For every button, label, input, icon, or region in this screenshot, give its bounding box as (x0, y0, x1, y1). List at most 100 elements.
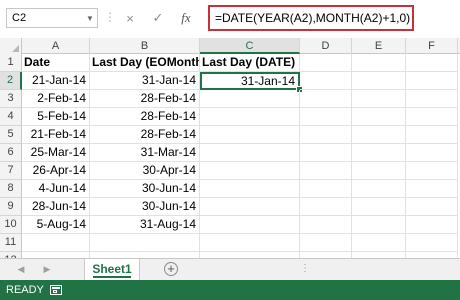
insert-function-icon[interactable]: fx (172, 10, 200, 26)
sheet-tab-bar: ◀ ▶ Sheet1 + ⋮ (0, 258, 460, 280)
cell-b3[interactable]: 28-Feb-14 (90, 90, 200, 108)
name-box[interactable]: C2 ▼ (6, 8, 98, 28)
cell-e9[interactable] (352, 198, 406, 216)
cell-f9[interactable] (406, 198, 458, 216)
cell-a9[interactable]: 28-Jun-14 (22, 198, 90, 216)
cell-d7[interactable] (300, 162, 352, 180)
cell-d5[interactable] (300, 126, 352, 144)
scroll-tabs-right-icon[interactable]: ▶ (40, 262, 54, 276)
cell-b11[interactable] (90, 234, 200, 252)
cancel-icon[interactable]: × (116, 11, 144, 26)
cell-f10[interactable] (406, 216, 458, 234)
cell-e1[interactable] (352, 54, 406, 72)
cell-e3[interactable] (352, 90, 406, 108)
row-header-7[interactable]: 7 (0, 162, 22, 180)
cell-a5[interactable]: 21-Feb-14 (22, 126, 90, 144)
cell-e10[interactable] (352, 216, 406, 234)
cell-a10[interactable]: 5-Aug-14 (22, 216, 90, 234)
column-header-e[interactable]: E (352, 38, 406, 54)
cell-c2[interactable]: 31-Jan-14 (200, 72, 300, 90)
row-header-3[interactable]: 3 (0, 90, 22, 108)
cell-a4[interactable]: 5-Feb-14 (22, 108, 90, 126)
cell-f4[interactable] (406, 108, 458, 126)
cell-b6[interactable]: 31-Mar-14 (90, 144, 200, 162)
cell-e5[interactable] (352, 126, 406, 144)
cell-d8[interactable] (300, 180, 352, 198)
select-all-button[interactable] (0, 38, 22, 54)
cell-b7[interactable]: 30-Apr-14 (90, 162, 200, 180)
cell-f5[interactable] (406, 126, 458, 144)
cell-c8[interactable] (200, 180, 300, 198)
cell-e7[interactable] (352, 162, 406, 180)
cell-c5[interactable] (200, 126, 300, 144)
column-header-a[interactable]: A (22, 38, 90, 54)
row-header-10[interactable]: 10 (0, 216, 22, 234)
sheet-tab-sheet1[interactable]: Sheet1 (84, 259, 140, 280)
cell-d10[interactable] (300, 216, 352, 234)
cell-c3[interactable] (200, 90, 300, 108)
cell-c11[interactable] (200, 234, 300, 252)
cell-a1[interactable]: Date (22, 54, 90, 72)
row-header-2[interactable]: 2 (0, 72, 22, 90)
column-header-f[interactable]: F (406, 38, 458, 54)
cell-a6[interactable]: 25-Mar-14 (22, 144, 90, 162)
row-header-1[interactable]: 1 (0, 54, 22, 72)
cell-a8[interactable]: 4-Jun-14 (22, 180, 90, 198)
cell-e2[interactable] (352, 72, 406, 90)
row-header-11[interactable]: 11 (0, 234, 22, 252)
cell-c10[interactable] (200, 216, 300, 234)
row-header-9[interactable]: 9 (0, 198, 22, 216)
formula-buttons: × ✓ fx (116, 8, 208, 28)
cell-d6[interactable] (300, 144, 352, 162)
row-header-4[interactable]: 4 (0, 108, 22, 126)
cell-f11[interactable] (406, 234, 458, 252)
cell-b4[interactable]: 28-Feb-14 (90, 108, 200, 126)
cell-d11[interactable] (300, 234, 352, 252)
chevron-down-icon[interactable]: ▼ (83, 14, 97, 23)
cell-d4[interactable] (300, 108, 352, 126)
cell-d1[interactable] (300, 54, 352, 72)
active-sheet-underline (93, 276, 131, 278)
cell-c1[interactable]: Last Day (DATE) (200, 54, 300, 72)
column-header-c[interactable]: C (200, 38, 300, 54)
add-sheet-icon[interactable]: + (164, 262, 178, 276)
cell-e6[interactable] (352, 144, 406, 162)
cell-a2[interactable]: 21-Jan-14 (22, 72, 90, 90)
cell-c9[interactable] (200, 198, 300, 216)
macro-recording-icon[interactable] (50, 285, 62, 295)
cell-f1[interactable] (406, 54, 458, 72)
status-ready: READY (6, 284, 44, 296)
cell-b2[interactable]: 31-Jan-14 (90, 72, 200, 90)
column-header-d[interactable]: D (300, 38, 352, 54)
cell-b5[interactable]: 28-Feb-14 (90, 126, 200, 144)
column-header-b[interactable]: B (90, 38, 200, 54)
cell-a11[interactable] (22, 234, 90, 252)
cell-e8[interactable] (352, 180, 406, 198)
cell-b9[interactable]: 30-Jun-14 (90, 198, 200, 216)
cell-b8[interactable]: 30-Jun-14 (90, 180, 200, 198)
tab-splitter-icon[interactable]: ⋮ (300, 263, 311, 274)
enter-icon[interactable]: ✓ (144, 10, 172, 26)
cell-d3[interactable] (300, 90, 352, 108)
cell-f3[interactable] (406, 90, 458, 108)
cell-c4[interactable] (200, 108, 300, 126)
cell-a7[interactable]: 26-Apr-14 (22, 162, 90, 180)
formula-input[interactable]: =DATE(YEAR(A2),MONTH(A2)+1,0) (208, 5, 414, 31)
cell-f6[interactable] (406, 144, 458, 162)
cell-c6[interactable] (200, 144, 300, 162)
cell-e4[interactable] (352, 108, 406, 126)
cell-c7[interactable] (200, 162, 300, 180)
scroll-tabs-left-icon[interactable]: ◀ (14, 262, 28, 276)
cell-a3[interactable]: 2-Feb-14 (22, 90, 90, 108)
row-header-6[interactable]: 6 (0, 144, 22, 162)
cell-f8[interactable] (406, 180, 458, 198)
cell-d9[interactable] (300, 198, 352, 216)
row-header-8[interactable]: 8 (0, 180, 22, 198)
cell-d2[interactable] (300, 72, 352, 90)
cell-f2[interactable] (406, 72, 458, 90)
row-header-5[interactable]: 5 (0, 126, 22, 144)
cell-b1[interactable]: Last Day (EOMonth) (90, 54, 200, 72)
cell-f7[interactable] (406, 162, 458, 180)
cell-e11[interactable] (352, 234, 406, 252)
cell-b10[interactable]: 31-Aug-14 (90, 216, 200, 234)
